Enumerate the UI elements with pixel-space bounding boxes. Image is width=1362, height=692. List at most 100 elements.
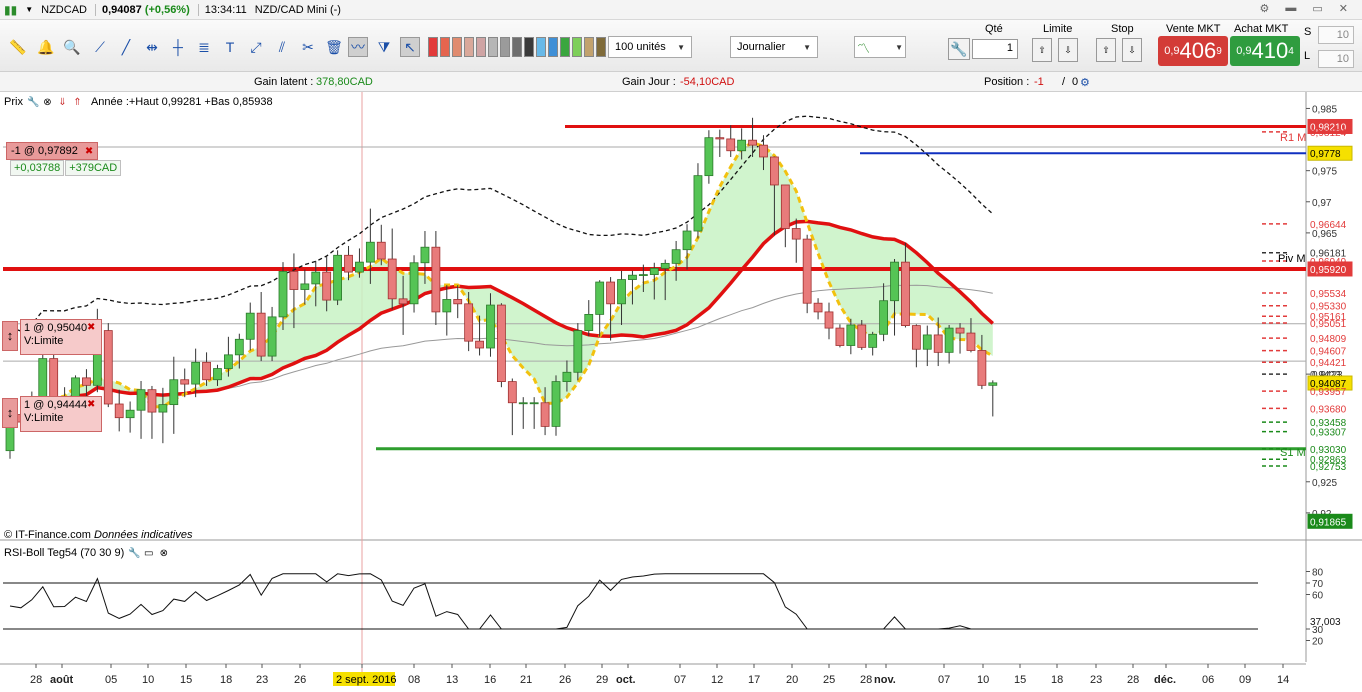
arrow-up-icon[interactable]: ⇑: [72, 97, 83, 108]
candle-body: [82, 377, 91, 386]
position-settings-icon[interactable]: ⚙: [1080, 76, 1090, 89]
candle-body: [944, 327, 954, 353]
color-swatch[interactable]: [596, 37, 606, 57]
color-swatch[interactable]: [488, 37, 498, 57]
stop-sell-button[interactable]: ⇩: [1122, 38, 1142, 62]
candle-body: [988, 382, 998, 386]
chevron-down-icon: ▼: [677, 42, 685, 52]
candle-body: [540, 402, 550, 427]
close-order-icon: ✖: [87, 399, 96, 410]
rsi-pane-header: RSI-Boll Teg54 (70 30 9) 🔧 ▭ ⊗: [4, 547, 169, 559]
zoom-icon[interactable]: 🔍: [62, 37, 82, 57]
minimize-icon[interactable]: ▭: [1312, 2, 1322, 15]
cursor-icon[interactable]: ↖: [400, 37, 420, 57]
fibonacci-icon[interactable]: ≣: [194, 37, 214, 57]
units-select[interactable]: 100 unités ▼: [608, 36, 692, 58]
close-circle-icon[interactable]: ⊗: [158, 548, 169, 559]
color-swatch[interactable]: [584, 37, 594, 57]
time-tick-label: 10: [977, 674, 989, 686]
color-swatch[interactable]: [548, 37, 558, 57]
candle-body: [311, 271, 321, 285]
limit-buy-button[interactable]: ⇧: [1032, 38, 1052, 62]
candle-body: [824, 311, 834, 329]
candle-body: [529, 402, 539, 405]
time-tick-label: 23: [1090, 674, 1102, 686]
color-swatch[interactable]: [464, 37, 474, 57]
time-tick-label: 28: [30, 674, 42, 686]
chevron-down-icon: ▼: [895, 42, 903, 52]
candle-body: [868, 333, 878, 348]
triangle-icon[interactable]: ⧩: [374, 37, 394, 57]
qty-input[interactable]: 1: [972, 39, 1018, 59]
trendline-icon[interactable]: ⟋: [90, 37, 110, 57]
candle-body: [453, 299, 463, 305]
parallel-icon[interactable]: ⫽: [272, 37, 292, 57]
dropdown-arrow-icon[interactable]: ▼: [25, 5, 33, 14]
buy-market-button[interactable]: 0,9 410 4: [1230, 36, 1300, 66]
rsi-tick-label: 20: [1312, 637, 1324, 648]
close-circle-icon[interactable]: ⊗: [42, 97, 53, 108]
position-order-tag[interactable]: -1 @ 0,97892 ✖: [6, 142, 99, 160]
color-swatch[interactable]: [500, 37, 510, 57]
color-swatch[interactable]: [428, 37, 438, 57]
time-tick-label: août: [50, 674, 74, 686]
close-icon[interactable]: ✕: [1339, 2, 1348, 15]
horizontal-line-icon[interactable]: ⇹: [142, 37, 162, 57]
trash-icon[interactable]: 🗑: [324, 37, 344, 57]
limit-order-2-tag[interactable]: 1 @ 0,94444 V:Limite ✖: [20, 396, 102, 432]
color-swatch[interactable]: [476, 37, 486, 57]
candle-body: [715, 137, 725, 140]
l-value-input[interactable]: 10: [1318, 50, 1354, 68]
pin-icon[interactable]: ▬: [1285, 2, 1296, 15]
limit-sell-button[interactable]: ⇩: [1058, 38, 1078, 62]
line-icon[interactable]: ╱: [116, 37, 136, 57]
buy-label: Achat MKT: [1234, 23, 1289, 35]
position-separator: /: [1062, 76, 1066, 88]
sell-market-button[interactable]: 0,9 406 9: [1158, 36, 1228, 66]
ruler-icon[interactable]: 📏: [8, 37, 28, 57]
rsi-tick-label: 80: [1312, 568, 1324, 579]
text-icon[interactable]: T: [220, 37, 240, 57]
price-label: 0,96644: [1310, 220, 1347, 231]
s-option[interactable]: S 10: [1304, 26, 1356, 46]
price-label: 0,94421: [1310, 358, 1347, 369]
color-swatch[interactable]: [524, 37, 534, 57]
tools-icon[interactable]: ✂: [298, 37, 318, 57]
wrench-icon[interactable]: 🔧: [948, 38, 970, 60]
time-tick-label: 26: [294, 674, 306, 686]
zigzag-icon[interactable]: 〰: [348, 37, 368, 57]
s-value-input[interactable]: 10: [1318, 26, 1354, 44]
limit-order-1-handle[interactable]: ↕: [2, 321, 18, 351]
channel-icon[interactable]: ⤢: [246, 37, 266, 57]
window-icon[interactable]: ▭: [143, 548, 154, 559]
limit-order-2-handle[interactable]: ↕: [2, 398, 18, 428]
pivot-label: Piv M: [1278, 253, 1306, 265]
gain-jour-value: -54,10CAD: [680, 76, 735, 88]
close-order-icon: ✖: [87, 322, 96, 333]
indicators-select[interactable]: 〽 ▼: [854, 36, 906, 58]
settings-icon[interactable]: ⚙: [1260, 2, 1270, 15]
time-tick-label: 21: [520, 674, 532, 686]
indicator-chart-icon: 〽: [857, 40, 871, 56]
l-option[interactable]: L 10: [1304, 50, 1356, 70]
wrench-icon[interactable]: 🔧: [27, 97, 39, 108]
limit-order-1-tag[interactable]: 1 @ 0,95040 V:Limite ✖: [20, 319, 102, 355]
color-swatch[interactable]: [572, 37, 582, 57]
chart-svg[interactable]: 0,9850,9750,970,9650,94230,9250,920,9821…: [0, 92, 1362, 692]
stop-buy-button[interactable]: ⇧: [1096, 38, 1116, 62]
arrow-down-icon[interactable]: ⇓: [57, 97, 68, 108]
symbol-name[interactable]: NZDCAD: [41, 4, 87, 16]
period-select[interactable]: Journalier ▼: [730, 36, 818, 58]
alarm-bell-icon[interactable]: 🔔: [36, 37, 56, 57]
price-label: 0,93307: [1310, 428, 1347, 439]
color-swatch[interactable]: [440, 37, 450, 57]
vertical-line-icon[interactable]: ┼: [168, 37, 188, 57]
color-swatch[interactable]: [452, 37, 462, 57]
color-swatch[interactable]: [536, 37, 546, 57]
color-swatch[interactable]: [512, 37, 522, 57]
wrench-icon[interactable]: 🔧: [128, 548, 140, 559]
color-swatch[interactable]: [560, 37, 570, 57]
candle-body: [333, 254, 343, 301]
time-tick-label: 23: [256, 674, 268, 686]
position-zero: 0: [1072, 76, 1079, 88]
